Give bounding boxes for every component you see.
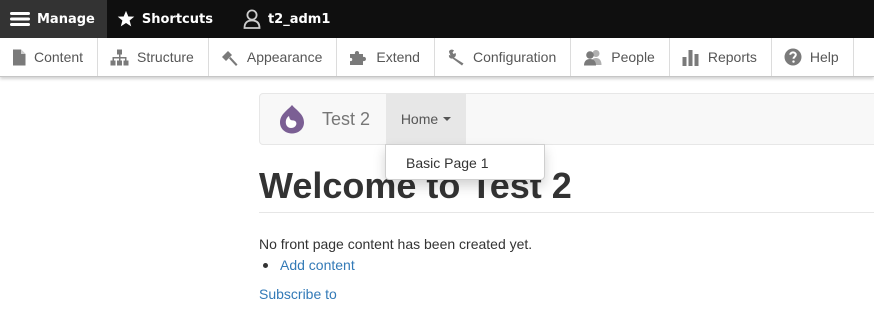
dropdown-item-basic-page-1[interactable]: Basic Page 1 <box>406 155 489 171</box>
star-icon <box>117 10 135 28</box>
nav-home-label: Home <box>400 111 439 127</box>
tray-item-people[interactable]: People <box>571 38 670 76</box>
tray-item-extend-label: Extend <box>376 49 420 65</box>
nav-home-dropdown-toggle[interactable]: Home <box>386 94 466 144</box>
bar-chart-icon <box>682 49 700 66</box>
tray-item-reports[interactable]: Reports <box>670 38 772 76</box>
help-icon <box>784 48 802 66</box>
tray-item-content[interactable]: Content <box>0 38 99 76</box>
tray-item-help-label: Help <box>809 49 839 65</box>
tray-item-configuration[interactable]: Configuration <box>435 38 572 76</box>
tray-item-help[interactable]: Help <box>772 38 854 76</box>
tray-item-content-label: Content <box>34 49 84 65</box>
tray-item-configuration-label: Configuration <box>472 49 557 65</box>
subscribe-link[interactable]: Subscribe to <box>259 286 337 302</box>
user-tab[interactable]: t2_adm1 <box>225 0 342 38</box>
home-dropdown-menu: Basic Page 1 <box>385 144 545 180</box>
people-icon <box>583 49 603 66</box>
hamburger-icon <box>10 11 30 27</box>
sitemap-icon <box>110 49 129 66</box>
manage-tab[interactable]: Manage <box>0 0 107 38</box>
tray-item-reports-label: Reports <box>707 49 757 65</box>
shortcuts-tab[interactable]: Shortcuts <box>107 0 225 38</box>
wrench-icon <box>447 49 465 66</box>
add-content-link[interactable]: Add content <box>280 257 355 273</box>
list-item: Add content <box>259 256 355 274</box>
empty-front-page-message: No front page content has been created y… <box>259 236 533 252</box>
tray-item-people-label: People <box>611 49 655 65</box>
site-navbar: Test 2 Home <box>259 93 874 145</box>
tray-item-structure[interactable]: Structure <box>98 38 209 76</box>
bullet <box>263 263 268 268</box>
tray-item-appearance[interactable]: Appearance <box>209 38 338 76</box>
action-list: Add content <box>259 256 355 274</box>
user-label: t2_adm1 <box>267 11 331 27</box>
paintbrush-icon <box>221 49 239 66</box>
drupal-logo-icon[interactable] <box>277 104 307 134</box>
title-divider <box>259 212 874 213</box>
tray-item-appearance-label: Appearance <box>246 49 323 65</box>
subscribe-block: Subscribe to <box>259 286 337 302</box>
user-icon <box>243 9 261 29</box>
admin-toolbar: Manage Shortcuts t2_adm1 <box>0 0 874 38</box>
file-icon <box>12 49 26 66</box>
tray-item-extend[interactable]: Extend <box>337 38 435 76</box>
shortcuts-label: Shortcuts <box>141 11 213 27</box>
tray-item-structure-label: Structure <box>137 49 194 65</box>
manage-label: Manage <box>37 11 95 27</box>
site-name[interactable]: Test 2 <box>322 109 370 130</box>
admin-tray-menu: Content Structure Appearance Extend Conf… <box>0 38 874 77</box>
caret-down-icon <box>443 117 452 121</box>
puzzle-icon <box>349 49 368 66</box>
